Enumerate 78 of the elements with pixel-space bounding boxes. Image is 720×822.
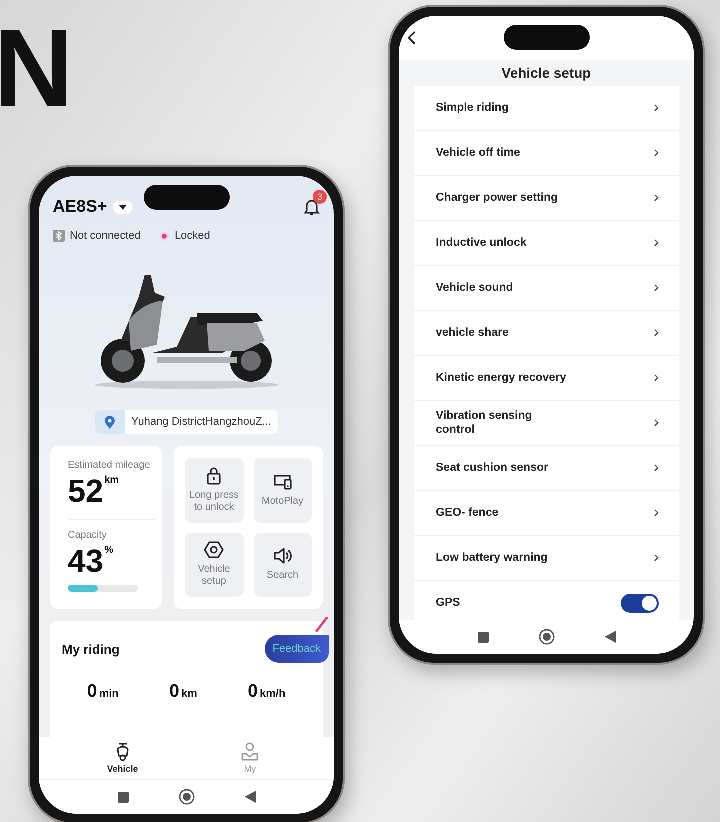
capacity-value: 43 bbox=[68, 545, 104, 577]
settings-row[interactable]: vehicle share bbox=[414, 311, 679, 356]
square-nav-icon[interactable] bbox=[118, 792, 128, 802]
setting-label: Seat cushion sensor bbox=[436, 460, 548, 476]
back-nav-icon[interactable] bbox=[244, 791, 256, 803]
location-chip[interactable]: Yuhang DistrictHangzhouZ... bbox=[95, 410, 278, 434]
chevron-icon bbox=[654, 464, 659, 472]
bell-icon bbox=[304, 198, 320, 216]
pen-icon bbox=[315, 617, 329, 633]
feedback-button[interactable]: Feedback bbox=[264, 635, 329, 663]
setting-label: Kinetic energy recovery bbox=[436, 370, 566, 386]
hex-nut-icon bbox=[204, 541, 224, 560]
vehicle-dropdown[interactable] bbox=[113, 200, 134, 214]
person-icon bbox=[241, 742, 260, 762]
chevron-icon bbox=[654, 554, 659, 562]
mileage-value: 52 bbox=[68, 475, 104, 507]
mileage-label: Estimated mileage bbox=[68, 460, 152, 471]
riding-metric: 0 km bbox=[169, 681, 198, 702]
riding-title: My riding bbox=[62, 642, 120, 656]
settings-row[interactable]: Kinetic energy recovery bbox=[414, 356, 679, 401]
screen-title: Vehicle setup bbox=[500, 64, 592, 83]
setting-label: Inductive unlock bbox=[436, 236, 527, 250]
home-nav-icon[interactable] bbox=[538, 629, 554, 645]
vehicle-name: AE8S+ bbox=[53, 197, 108, 217]
action-button[interactable]: MotoPlay bbox=[254, 458, 312, 522]
setting-label: Simple riding bbox=[436, 100, 509, 116]
setting-label: vehicle share bbox=[436, 326, 509, 340]
notification-button[interactable]: 3 bbox=[304, 190, 327, 216]
settings-row[interactable]: Low battery warning bbox=[414, 536, 679, 581]
home-nav-icon[interactable] bbox=[178, 789, 194, 805]
riding-metric: 0 km/h bbox=[248, 681, 286, 702]
setting-label: Charger power setting bbox=[436, 190, 558, 206]
action-button[interactable]: Vehicle setup bbox=[185, 532, 244, 597]
settings-row[interactable]: GEO- fence bbox=[414, 491, 679, 536]
setting-label: GPS bbox=[436, 596, 460, 610]
square-nav-icon[interactable] bbox=[478, 632, 488, 642]
riding-metric: 0 min bbox=[87, 681, 119, 702]
caret-icon bbox=[119, 204, 128, 210]
settings-row[interactable]: Vehicle sound bbox=[414, 266, 679, 311]
notification-badge: 3 bbox=[313, 190, 327, 204]
capacity-unit: % bbox=[104, 545, 114, 556]
chevron-icon bbox=[654, 509, 659, 517]
chevron-icon bbox=[654, 239, 659, 247]
phone-screen-icon bbox=[272, 472, 293, 491]
status-dot bbox=[162, 234, 167, 238]
status-label: Locked bbox=[174, 230, 210, 242]
settings-row[interactable]: Simple riding bbox=[414, 86, 679, 131]
back-nav-icon[interactable] bbox=[604, 631, 616, 643]
chevron-icon bbox=[654, 284, 659, 292]
action-button[interactable]: Search bbox=[254, 532, 312, 597]
status-label: Not connected bbox=[70, 230, 141, 242]
toggle-switch[interactable] bbox=[621, 594, 659, 612]
setting-label: Vehicle off time bbox=[436, 146, 520, 160]
action-button[interactable]: Long press to unlock bbox=[185, 458, 244, 522]
capacity-label: Capacity bbox=[68, 530, 108, 541]
chevron-icon bbox=[654, 194, 659, 202]
setting-label: Vehicle sound bbox=[436, 280, 514, 296]
settings-row[interactable]: Vibration sensing control bbox=[414, 401, 679, 446]
lock-icon bbox=[206, 466, 222, 485]
settings-row[interactable]: Charger power setting bbox=[414, 176, 679, 221]
brand-logo-letter: N bbox=[0, 14, 74, 124]
chevron-icon bbox=[654, 104, 659, 112]
back-icon[interactable] bbox=[407, 31, 416, 45]
speaker-icon bbox=[272, 547, 293, 566]
mileage-unit: km bbox=[104, 475, 120, 486]
chevron-icon bbox=[654, 419, 659, 427]
setting-label: GEO- fence bbox=[436, 506, 499, 520]
settings-row[interactable]: Inductive unlock bbox=[414, 221, 679, 266]
bluetooth-icon bbox=[53, 230, 65, 242]
map-pin-icon bbox=[105, 416, 116, 428]
chevron-icon bbox=[654, 329, 659, 337]
settings-row[interactable]: Seat cushion sensor bbox=[414, 446, 679, 491]
chevron-icon bbox=[654, 149, 659, 157]
chevron-icon bbox=[654, 374, 659, 382]
settings-row[interactable]: Vehicle off time bbox=[414, 131, 679, 176]
setting-label: Vibration sensing control bbox=[436, 408, 532, 438]
tab-button[interactable]: Vehicle bbox=[59, 737, 186, 779]
setting-label: Low battery warning bbox=[436, 550, 548, 566]
